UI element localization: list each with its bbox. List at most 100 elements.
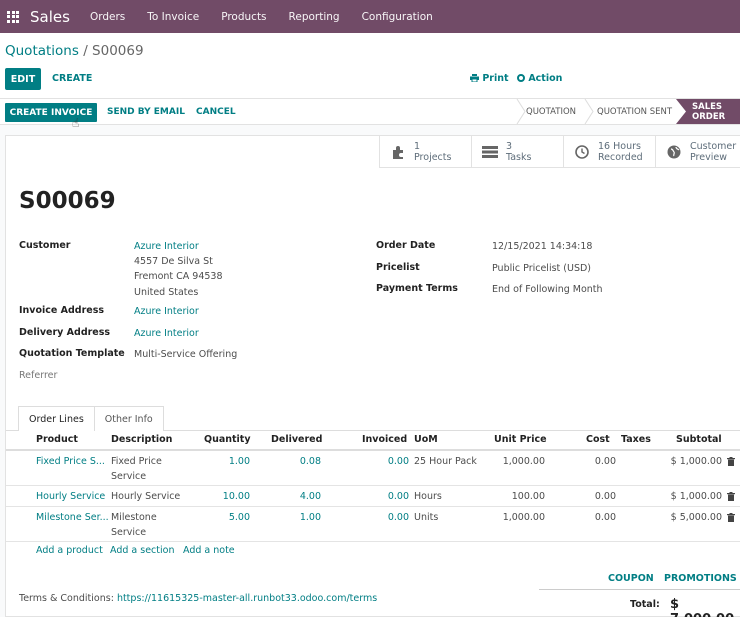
- row-subtotal: $ 5,000.00: [670, 512, 722, 523]
- payment-terms-value[interactable]: End of Following Month: [492, 284, 603, 295]
- tab-order-lines[interactable]: Order Lines: [18, 406, 95, 431]
- gear-icon: [517, 74, 525, 82]
- create-invoice-button[interactable]: CREATE INVOICE: [5, 103, 97, 122]
- row-divider: [6, 506, 740, 507]
- add-product-link[interactable]: Add a product: [36, 545, 103, 556]
- row-uom[interactable]: 25 Hour Pack: [414, 454, 477, 469]
- edit-button[interactable]: EDIT: [5, 68, 41, 90]
- row-quantity[interactable]: 1.00: [196, 454, 250, 469]
- menu-reporting[interactable]: Reporting: [289, 11, 340, 23]
- row-uom[interactable]: Hours: [414, 489, 442, 504]
- row-divider: [6, 485, 740, 486]
- order-date-value[interactable]: 12/15/2021 14:34:18: [492, 241, 592, 252]
- terms-link[interactable]: https://11615325-master-all.runbot33.odo…: [117, 593, 377, 604]
- customer-value[interactable]: Azure Interior: [134, 241, 199, 252]
- timesheet-smart-button[interactable]: 16 Hours Recorded: [563, 136, 655, 168]
- row-delivered[interactable]: 1.00: [266, 510, 321, 525]
- col-subtotal[interactable]: Subtotal: [676, 434, 722, 445]
- row-unit-price[interactable]: 1,000.00: [486, 454, 545, 469]
- row-product[interactable]: Milestone Ser...: [36, 510, 109, 525]
- breadcrumb-quotations[interactable]: Quotations: [5, 43, 79, 59]
- col-description[interactable]: Description: [111, 434, 172, 445]
- order-date-label: Order Date: [376, 240, 436, 251]
- customer-label: Customer: [19, 240, 71, 251]
- stage-quotation-sent[interactable]: QUOTATION SENT: [597, 99, 672, 124]
- col-unit-price[interactable]: Unit Price: [494, 434, 547, 445]
- col-cost[interactable]: Cost: [586, 434, 610, 445]
- delivery-address-value[interactable]: Azure Interior: [134, 328, 199, 339]
- send-by-email-button[interactable]: SEND BY EMAIL: [107, 107, 185, 117]
- apps-grid-icon[interactable]: [7, 10, 19, 23]
- hand-cursor-icon: ☝: [72, 116, 80, 130]
- add-note-link[interactable]: Add a note: [183, 545, 235, 556]
- delivery-address-label: Delivery Address: [19, 327, 111, 338]
- row-unit-price[interactable]: 1,000.00: [486, 510, 545, 525]
- coupon-button[interactable]: COUPON: [608, 573, 654, 584]
- tasks-smart-button[interactable]: 3 Tasks: [471, 136, 563, 168]
- print-icon: [470, 74, 479, 83]
- add-section-link[interactable]: Add a section: [110, 545, 174, 556]
- app-name[interactable]: Sales: [30, 8, 70, 26]
- row-description: Hourly Service: [111, 491, 181, 502]
- tasks-icon: [482, 145, 498, 158]
- row-description: Milestone: [111, 512, 157, 523]
- row-uom[interactable]: Units: [414, 510, 438, 525]
- hours-label: Recorded: [598, 151, 643, 163]
- referrer-label: Referrer: [19, 370, 58, 381]
- projects-count: 1: [414, 140, 421, 152]
- pricelist-label: Pricelist: [376, 262, 420, 273]
- status-bar: CREATE INVOICE SEND BY EMAIL CANCEL QUOT…: [0, 98, 740, 125]
- menu-orders[interactable]: Orders: [90, 11, 125, 23]
- invoice-address-value[interactable]: Azure Interior: [134, 306, 199, 317]
- trash-icon[interactable]: [727, 457, 735, 466]
- menu-configuration[interactable]: Configuration: [362, 11, 433, 23]
- table-header-divider: [6, 449, 740, 451]
- row-unit-price[interactable]: 100.00: [486, 489, 545, 504]
- row-description: Fixed Price: [111, 456, 162, 467]
- row-cost: 0.00: [594, 456, 616, 467]
- create-button[interactable]: CREATE: [52, 73, 92, 84]
- trash-icon[interactable]: [727, 492, 735, 501]
- pricelist-value[interactable]: Public Pricelist (USD): [492, 263, 591, 274]
- row-product[interactable]: Fixed Price S...: [36, 454, 105, 469]
- menu-products[interactable]: Products: [221, 11, 266, 23]
- col-delivered[interactable]: Delivered: [271, 434, 322, 445]
- stage-quotation[interactable]: QUOTATION: [526, 99, 576, 124]
- stage-separator-icon: [516, 99, 526, 124]
- promotions-button[interactable]: PROMOTIONS: [664, 573, 737, 584]
- breadcrumb-current: S00069: [92, 43, 144, 59]
- row-product[interactable]: Hourly Service: [36, 489, 105, 504]
- row-invoiced: 0.00: [387, 512, 409, 523]
- col-product[interactable]: Product: [36, 434, 78, 445]
- col-taxes[interactable]: Taxes: [621, 434, 651, 445]
- quotation-template-value[interactable]: Multi-Service Offering: [134, 349, 237, 360]
- print-button[interactable]: Print: [470, 73, 509, 84]
- trash-icon[interactable]: [727, 513, 735, 522]
- col-quantity[interactable]: Quantity: [204, 434, 251, 445]
- projects-smart-button[interactable]: 1 Projects: [379, 136, 471, 168]
- row-delivered[interactable]: 4.00: [266, 489, 321, 504]
- col-uom[interactable]: UoM: [414, 434, 438, 445]
- order-title: S00069: [19, 188, 116, 214]
- cancel-button[interactable]: CANCEL: [196, 107, 236, 117]
- terms-label: Terms & Conditions:: [19, 593, 117, 604]
- customer-preview-smart-button[interactable]: Customer Preview: [655, 136, 740, 168]
- globe-icon: [666, 145, 682, 159]
- stage-sales-order[interactable]: SALES ORDER: [676, 99, 740, 124]
- action-button[interactable]: Action: [517, 73, 562, 84]
- row-quantity[interactable]: 10.00: [196, 489, 250, 504]
- quotation-template-label: Quotation Template: [19, 348, 125, 359]
- control-panel: Quotations / S00069 EDIT CREATE Print Ac…: [0, 33, 740, 98]
- row-delivered[interactable]: 0.08: [266, 454, 321, 469]
- menu-to-invoice[interactable]: To Invoice: [147, 11, 199, 23]
- row-invoiced: 0.00: [387, 456, 409, 467]
- hours-count: 16 Hours: [598, 140, 641, 152]
- row-invoiced: 0.00: [387, 491, 409, 502]
- tab-other-info[interactable]: Other Info: [94, 406, 164, 431]
- row-cost: 0.00: [594, 491, 616, 502]
- row-quantity[interactable]: 5.00: [196, 510, 250, 525]
- col-invoiced[interactable]: Invoiced: [362, 434, 407, 445]
- clock-icon: [574, 144, 590, 159]
- breadcrumb: Quotations / S00069: [5, 43, 144, 59]
- customer-country: United States: [134, 287, 199, 298]
